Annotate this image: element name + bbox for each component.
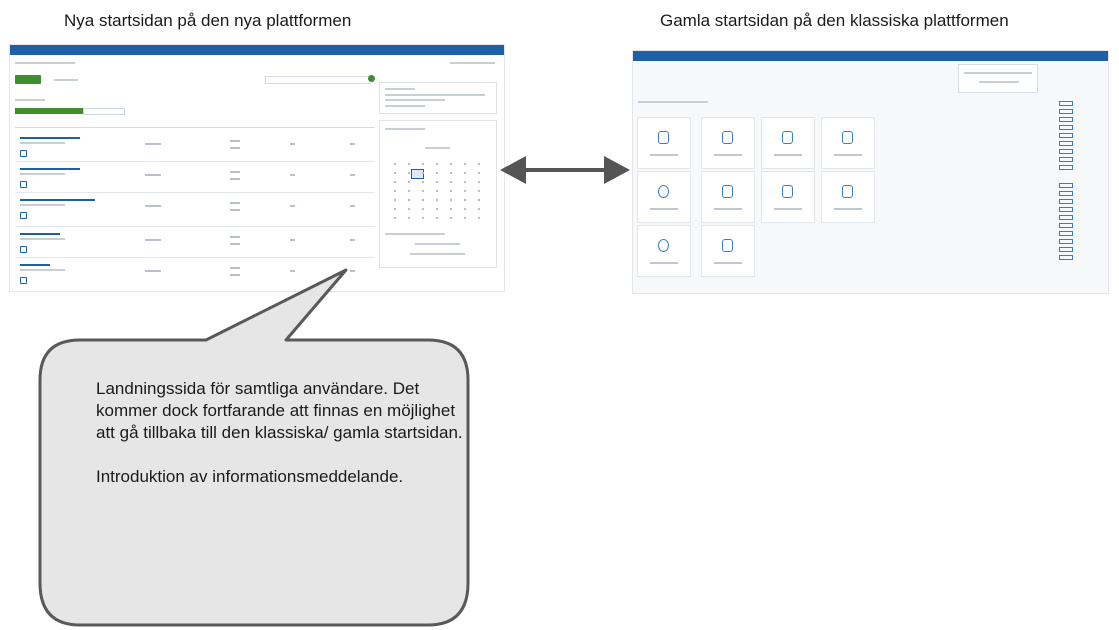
old-startpage-tile: [637, 117, 691, 169]
new-platform-caption: Nya startsidan på den nya plattformen: [64, 11, 352, 30]
old-startpage-tile: [637, 171, 691, 223]
new-startpage-screenshot: [9, 44, 505, 292]
old-startpage-screenshot: [632, 50, 1109, 294]
old-startpage-tile: [761, 171, 815, 223]
old-startpage-tile: [821, 171, 875, 223]
new-startpage-info-message: [379, 82, 497, 114]
callout-paragraph-1: Landningssida för samtliga användare. De…: [96, 379, 463, 442]
new-startpage-section-title: [15, 99, 45, 101]
table-row: [15, 131, 375, 162]
table-row: [15, 162, 375, 193]
table-row: [15, 227, 375, 258]
new-startpage-topbar: [10, 45, 504, 55]
new-startpage-secondary-link: [54, 79, 78, 81]
new-startpage-link: [450, 62, 495, 64]
new-startpage-create-button: [15, 75, 41, 84]
old-startpage-tile: [701, 225, 755, 277]
new-startpage-search-box: [265, 76, 371, 84]
old-startpage-tile: [701, 171, 755, 223]
old-startpage-tile: [701, 117, 755, 169]
callout-text: Landningssida för samtliga användare. De…: [96, 378, 466, 510]
old-startpage-side-list: [1057, 101, 1102, 263]
calendar-grid: [390, 161, 490, 223]
new-startpage-table-header: [15, 119, 375, 128]
old-startpage-heading: [638, 101, 708, 103]
new-startpage-tab-inactive: [83, 108, 125, 115]
new-startpage-search-icon: [368, 75, 375, 82]
new-startpage-calendar-panel: [379, 120, 497, 268]
old-startpage-tile: [821, 117, 875, 169]
double-arrow-icon: [500, 156, 630, 184]
old-startpage-tile: [761, 117, 815, 169]
new-startpage-heading: [15, 62, 75, 64]
table-row: [15, 193, 375, 227]
old-startpage-popup: [958, 64, 1038, 93]
old-platform-caption: Gamla startsidan på den klassiska plattf…: [660, 11, 1009, 30]
new-startpage-tab-active: [15, 108, 83, 114]
old-startpage-topbar: [633, 51, 1108, 61]
old-startpage-tile: [637, 225, 691, 277]
callout-paragraph-2: Introduktion av informationsmeddelande.: [96, 467, 404, 486]
